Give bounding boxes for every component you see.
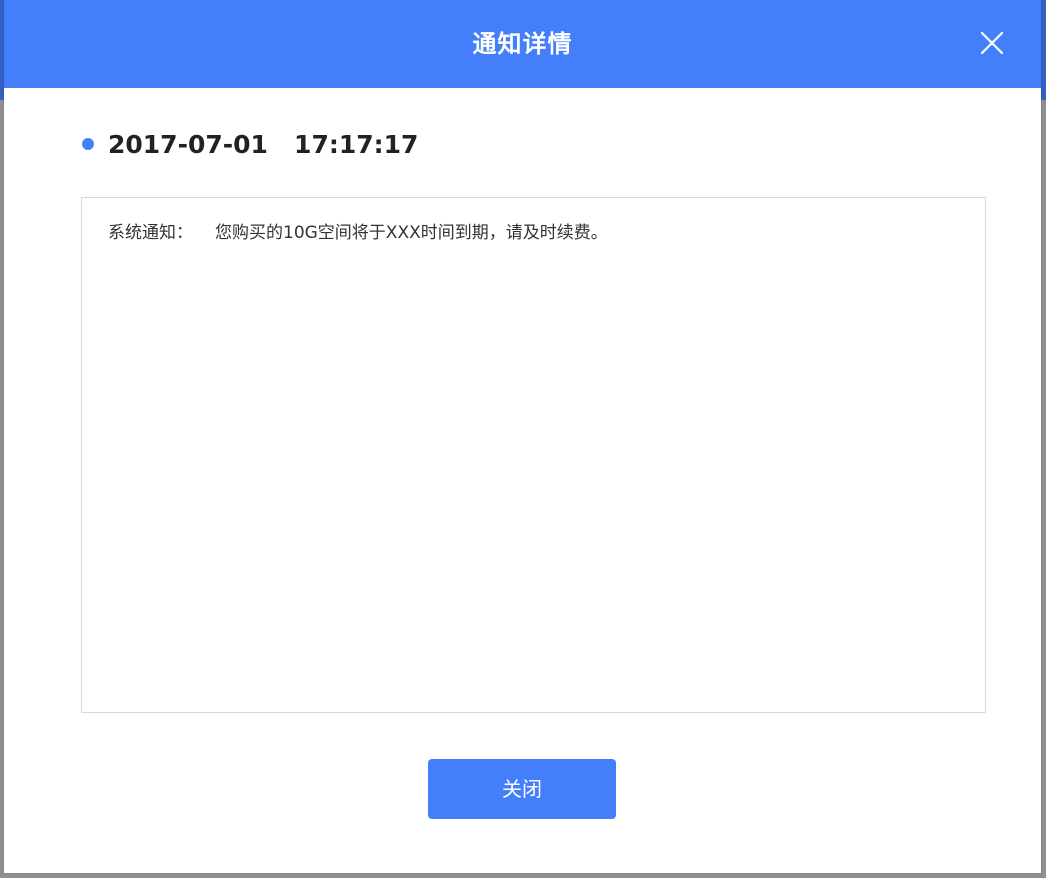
notice-content-box: 系统通知： 您购买的10G空间将于XXX时间到期，请及时续费。	[81, 197, 986, 713]
datetime-spacer	[268, 130, 294, 159]
notice-message-line: 系统通知： 您购买的10G空间将于XXX时间到期，请及时续费。	[108, 218, 608, 243]
dialog-title: 通知详情	[472, 30, 573, 58]
notification-detail-dialog: 通知详情 2017-07-01 17:17:17 系统通知： 您购买的10G空间…	[4, 0, 1041, 873]
bullet-dot-icon	[82, 138, 94, 150]
close-button[interactable]: 关闭	[428, 759, 616, 819]
notice-label: 系统通知：	[108, 223, 193, 243]
close-icon[interactable]	[976, 27, 1008, 59]
notice-datetime: 2017-07-01 17:17:17	[82, 124, 418, 164]
notice-time: 17:17:17	[294, 129, 419, 159]
dialog-header: 通知详情	[4, 0, 1041, 88]
notice-date: 2017-07-01	[108, 129, 268, 159]
notice-message: 您购买的10G空间将于XXX时间到期，请及时续费。	[215, 223, 608, 243]
close-icon-svg	[980, 31, 1004, 55]
